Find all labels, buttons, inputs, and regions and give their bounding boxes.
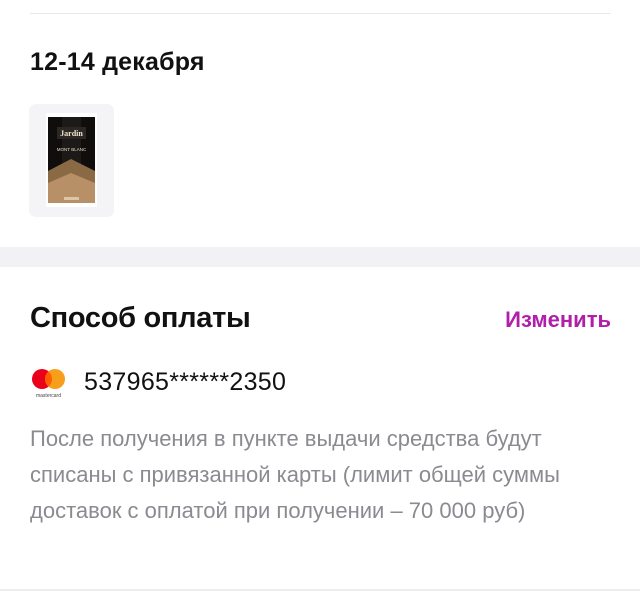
brand-text: Jardin (60, 129, 83, 138)
coffee-package-image: Jardin MONT BLANC (46, 113, 97, 207)
card-number: 537965******2350 (84, 368, 287, 396)
section-separator (0, 247, 640, 267)
payment-method-title: Способ оплаты (30, 302, 251, 334)
product-thumbnail[interactable]: Jardin MONT BLANC (29, 104, 114, 217)
card-brand-text: mastercard (36, 393, 61, 399)
divider (30, 13, 611, 14)
order-summary-screen: 12-14 декабря Jardin MONT BLANC Способ о… (0, 0, 640, 591)
mastercard-icon: mastercard (32, 369, 65, 399)
change-payment-button[interactable]: Изменить (505, 307, 611, 333)
variant-text: MONT BLANC (57, 147, 87, 152)
payment-note: После получения в пункте выдачи средства… (30, 426, 560, 523)
delivery-date: 12-14 декабря (30, 48, 205, 76)
